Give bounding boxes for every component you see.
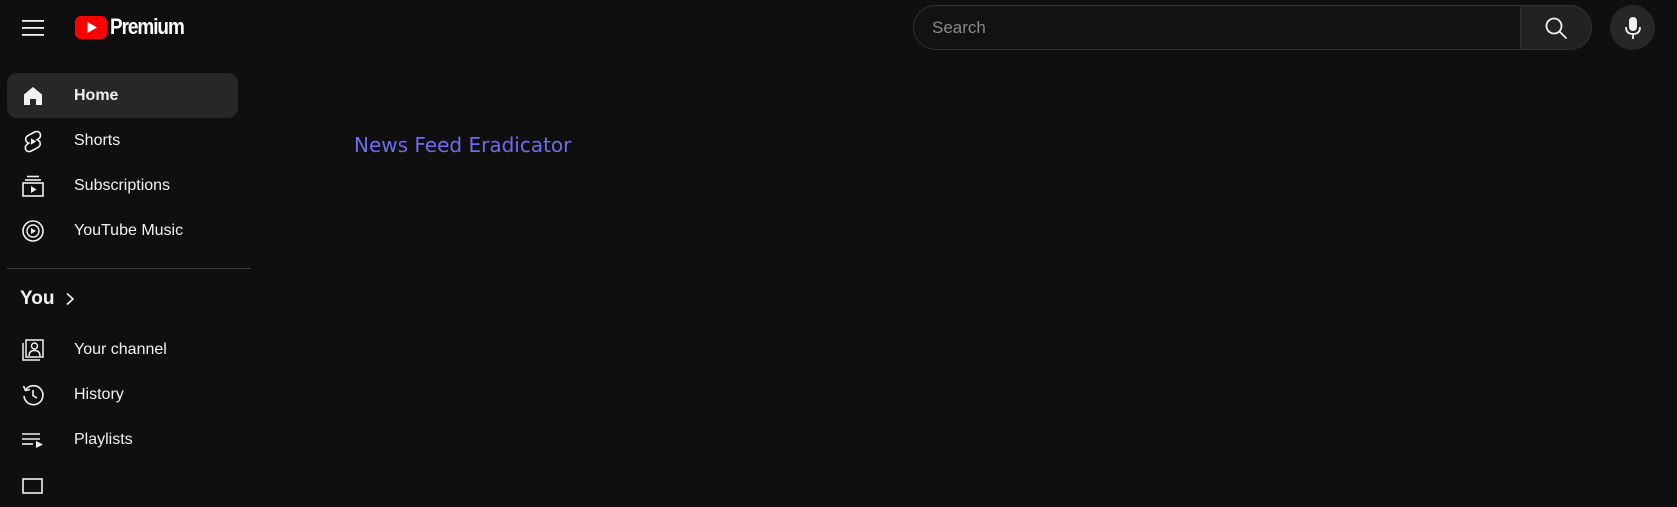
search-button[interactable] <box>1520 5 1592 50</box>
microphone-icon <box>1624 16 1641 39</box>
sidebar-item-subscriptions[interactable]: Subscriptions <box>7 163 238 208</box>
logo-text: Premium <box>110 14 185 39</box>
chevron-right-icon <box>66 292 75 306</box>
home-icon <box>20 83 45 108</box>
sidebar-item-label: History <box>74 385 124 403</box>
sidebar-item-partial[interactable] <box>7 462 238 507</box>
search-icon <box>1545 17 1567 39</box>
sidebar-item-label: Home <box>74 86 119 104</box>
top-bar: Premium <box>0 0 1677 56</box>
search-input[interactable] <box>913 5 1520 50</box>
playlists-icon <box>20 427 45 452</box>
sidebar: Home Shorts Subscriptions YouTube Music … <box>0 56 252 494</box>
sidebar-item-playlists[interactable]: Playlists <box>7 417 238 462</box>
sidebar-item-label: Shorts <box>74 131 121 149</box>
youtube-play-logo <box>75 15 107 39</box>
subscriptions-icon <box>20 173 45 198</box>
youtube-music-icon <box>20 218 45 243</box>
partial-item-icon <box>20 472 45 497</box>
shorts-icon <box>20 128 45 153</box>
you-section-title: You <box>20 288 55 309</box>
sidebar-item-label: Your channel <box>74 340 167 358</box>
hamburger-menu-icon <box>22 20 44 36</box>
sidebar-item-youtube-music[interactable]: YouTube Music <box>7 208 238 253</box>
your-channel-icon <box>20 337 45 362</box>
history-icon <box>20 382 45 407</box>
sidebar-item-history[interactable]: History <box>7 372 238 417</box>
sidebar-item-shorts[interactable]: Shorts <box>7 118 238 163</box>
youtube-premium-logo[interactable]: Premium <box>75 14 196 39</box>
sidebar-item-label: Playlists <box>74 430 133 448</box>
sidebar-item-label: YouTube Music <box>74 221 184 239</box>
you-section-header[interactable]: You <box>20 284 76 314</box>
sidebar-item-your-channel[interactable]: Your channel <box>7 327 238 372</box>
hamburger-menu-button[interactable] <box>13 8 53 48</box>
sidebar-item-label: Subscriptions <box>74 176 171 194</box>
sidebar-item-home[interactable]: Home <box>7 73 238 118</box>
sidebar-divider <box>7 268 251 269</box>
search-box <box>913 5 1592 50</box>
news-feed-eradicator-link[interactable]: News Feed Eradicator <box>354 133 571 157</box>
voice-search-button[interactable] <box>1610 5 1655 50</box>
